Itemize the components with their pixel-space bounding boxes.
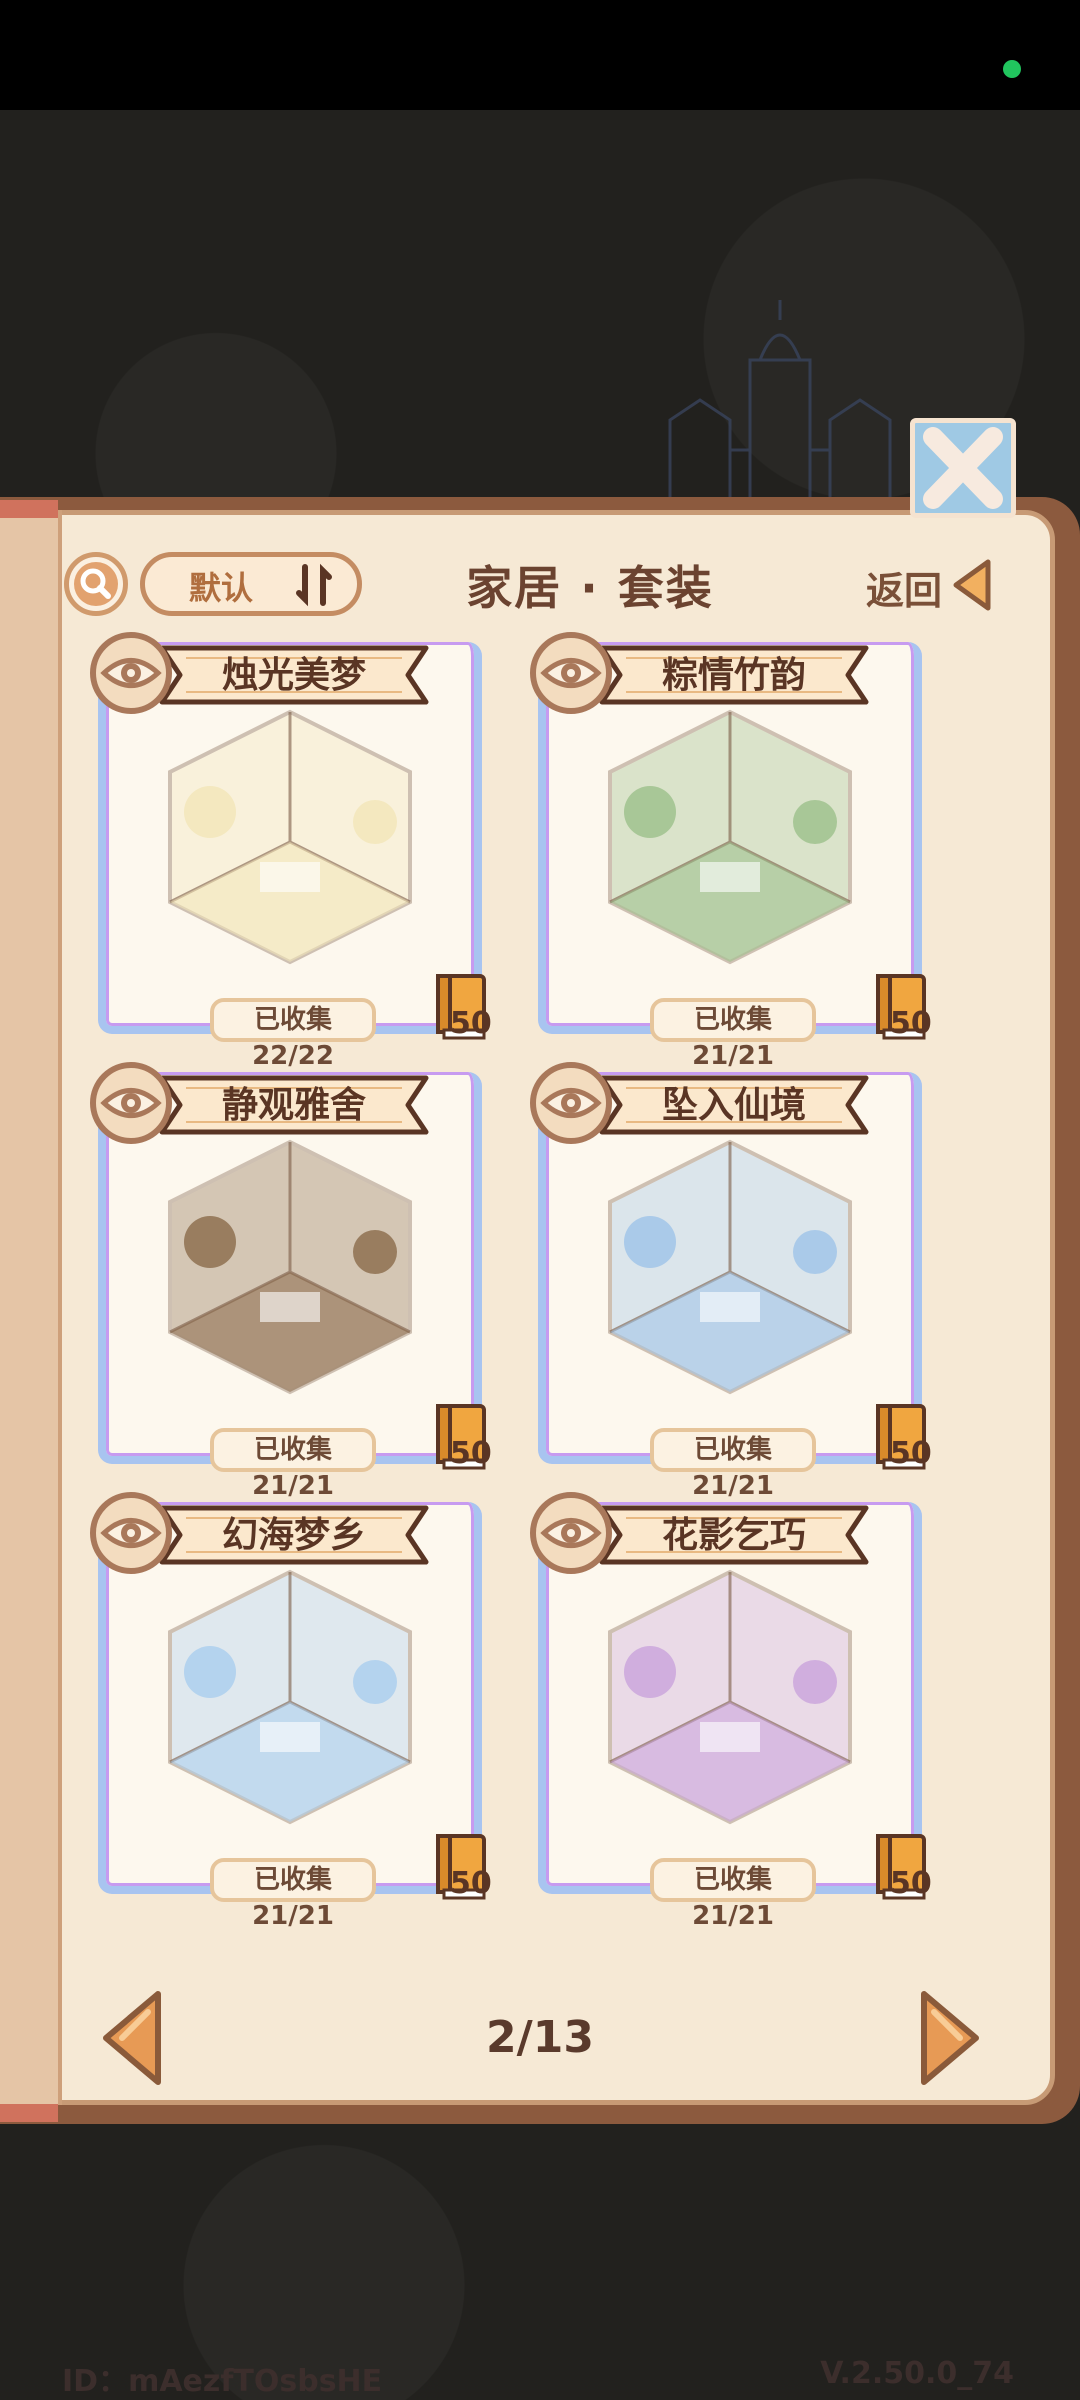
back-label: 返回 bbox=[866, 569, 943, 613]
preview-button[interactable] bbox=[90, 1492, 172, 1574]
collected-count: 已收集 21/21 bbox=[650, 1858, 816, 1931]
book-bookmark-top bbox=[0, 500, 58, 518]
sort-label: 默认 bbox=[189, 569, 254, 607]
preview-button[interactable] bbox=[530, 1062, 612, 1144]
preview-button[interactable] bbox=[90, 1062, 172, 1144]
collected-count: 已收集 21/21 bbox=[650, 998, 816, 1071]
book-count: 50 bbox=[890, 1006, 932, 1041]
version-label: V.2.50.0_74 bbox=[820, 2356, 1014, 2391]
set-name: 静观雅舍 bbox=[221, 1085, 366, 1126]
room-scene-image bbox=[608, 1569, 852, 1825]
set-card[interactable]: 粽情竹韵 已收集 21/21 50 bbox=[530, 632, 932, 1071]
collected-count: 已收集 22/22 bbox=[210, 998, 376, 1071]
book-count: 50 bbox=[450, 1866, 492, 1901]
eye-icon bbox=[100, 1088, 162, 1118]
set-card[interactable]: 幻海梦乡 已收集 21/21 50 bbox=[90, 1492, 492, 1931]
room-scene-image bbox=[168, 1139, 412, 1395]
set-name: 花影乞巧 bbox=[661, 1515, 806, 1556]
book-bookmark-bottom bbox=[0, 2104, 58, 2122]
eye-icon bbox=[540, 1088, 602, 1118]
book-count: 50 bbox=[890, 1436, 932, 1471]
player-id: ID：mAezfTOsbsHE bbox=[62, 2364, 383, 2399]
set-card[interactable]: 花影乞巧 已收集 21/21 50 bbox=[530, 1492, 932, 1931]
set-card[interactable]: 烛光美梦 已收集 22/22 50 bbox=[90, 632, 492, 1071]
book-count: 50 bbox=[450, 1006, 492, 1041]
set-card[interactable]: 静观雅舍 已收集 21/21 50 bbox=[90, 1062, 492, 1501]
room-scene-image bbox=[168, 1569, 412, 1825]
eye-icon bbox=[100, 658, 162, 688]
eye-icon bbox=[100, 1518, 162, 1548]
close-icon bbox=[923, 427, 1003, 509]
room-scene-image bbox=[168, 709, 412, 965]
preview-button[interactable] bbox=[530, 1492, 612, 1574]
book-count: 50 bbox=[450, 1436, 492, 1471]
page-title: 家居 · 套装 bbox=[466, 561, 714, 615]
collected-count: 已收集 21/21 bbox=[210, 1428, 376, 1501]
set-name: 坠入仙境 bbox=[661, 1085, 806, 1126]
collected-count: 已收集 21/21 bbox=[650, 1428, 816, 1501]
sort-button[interactable]: 默认 bbox=[140, 552, 362, 616]
close-button[interactable] bbox=[910, 418, 1016, 518]
next-page-button[interactable] bbox=[914, 1988, 984, 2088]
set-name: 烛光美梦 bbox=[221, 655, 366, 696]
eye-icon bbox=[540, 658, 602, 688]
prev-page-button[interactable] bbox=[98, 1988, 168, 2088]
set-card[interactable]: 坠入仙境 已收集 21/21 50 bbox=[530, 1062, 932, 1501]
status-indicator-dot bbox=[1003, 60, 1021, 78]
search-icon bbox=[74, 562, 118, 606]
set-name: 幻海梦乡 bbox=[221, 1515, 366, 1556]
search-button[interactable] bbox=[64, 552, 128, 616]
page-indicator: 2/13 bbox=[486, 2012, 594, 2063]
sort-icon bbox=[296, 563, 332, 607]
book-count: 50 bbox=[890, 1866, 932, 1901]
status-bar bbox=[0, 0, 1080, 110]
prev-page-icon bbox=[103, 1991, 161, 2085]
room-scene-image bbox=[608, 1139, 852, 1395]
preview-button[interactable] bbox=[530, 632, 612, 714]
preview-button[interactable] bbox=[90, 632, 172, 714]
set-name: 粽情竹韵 bbox=[661, 655, 806, 696]
back-arrow-icon bbox=[953, 559, 991, 611]
room-scene-image bbox=[608, 709, 852, 965]
eye-icon bbox=[540, 1518, 602, 1548]
next-page-icon bbox=[921, 1991, 979, 2085]
collected-count: 已收集 21/21 bbox=[210, 1858, 376, 1931]
book-spine bbox=[0, 510, 62, 2105]
castle-background-icon bbox=[668, 300, 892, 510]
